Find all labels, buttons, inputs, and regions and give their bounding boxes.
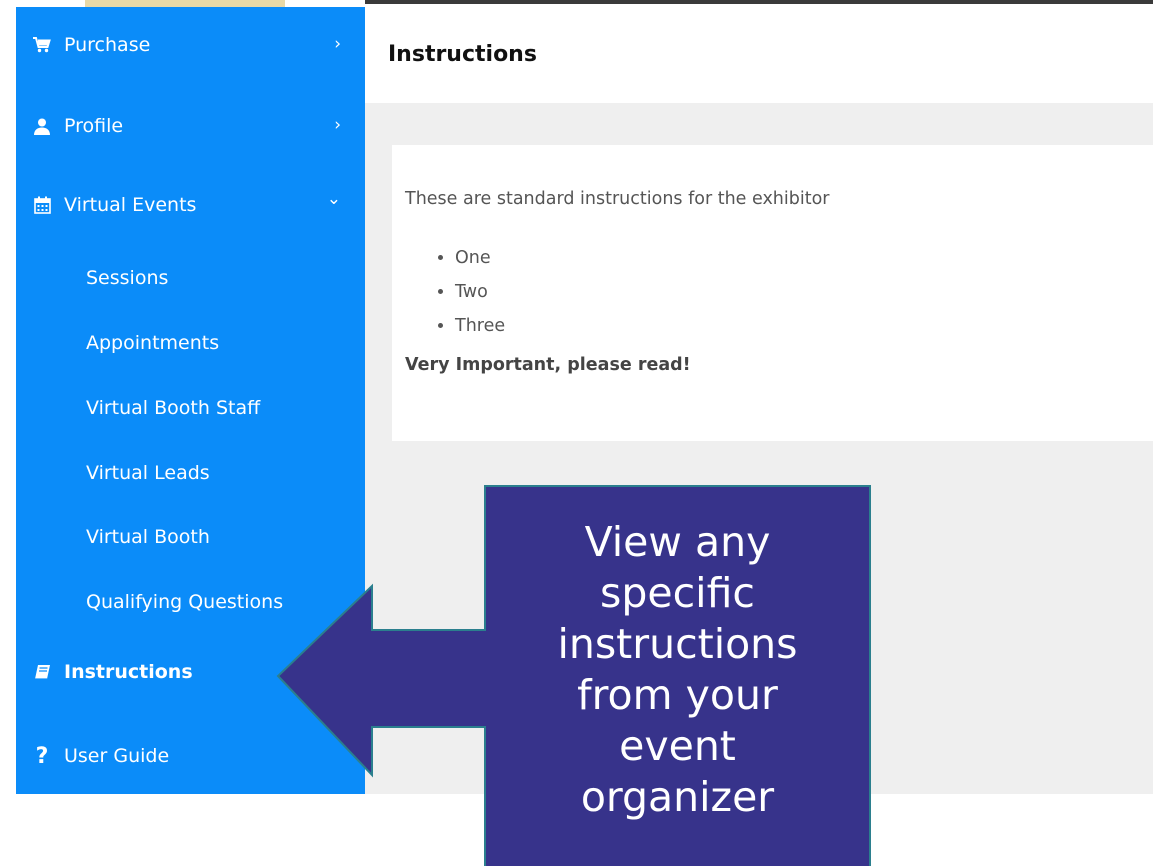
sidebar-item-instructions[interactable]: Instructions xyxy=(16,652,365,692)
callout-line: View any xyxy=(584,518,771,566)
chevron-right-icon: › xyxy=(334,115,341,135)
callout-seam xyxy=(482,631,488,726)
callout-box: View any specific instructions from your… xyxy=(484,485,871,866)
sidebar-item-label: Qualifying Questions xyxy=(86,591,284,613)
important-note: Very Important, please read! xyxy=(405,355,691,375)
instructions-list: One Two Three xyxy=(437,241,505,343)
sidebar-subitem-virtual-booth-staff[interactable]: Virtual Booth Staff xyxy=(16,388,365,428)
sidebar-item-label: Purchase xyxy=(64,34,151,56)
sidebar-item-label: Sessions xyxy=(86,267,169,289)
page-header: Instructions xyxy=(365,4,1153,103)
callout-line: organizer xyxy=(580,773,775,821)
sidebar: Purchase › Profile › Virtual Events ⌄ Se… xyxy=(16,7,365,794)
sidebar-item-label: Virtual Booth Staff xyxy=(86,397,261,419)
instructions-card: These are standard instructions for the … xyxy=(392,145,1153,441)
question-icon: ? xyxy=(35,743,49,769)
sidebar-item-profile[interactable]: Profile › xyxy=(16,106,365,146)
user-icon xyxy=(32,116,52,136)
list-item: One xyxy=(455,241,505,275)
list-item: Three xyxy=(455,309,505,343)
chevron-down-icon: ⌄ xyxy=(326,189,341,209)
sidebar-subitem-sessions[interactable]: Sessions xyxy=(16,258,365,298)
list-item: Two xyxy=(455,275,505,309)
sidebar-item-label: User Guide xyxy=(64,745,170,767)
sidebar-subitem-appointments[interactable]: Appointments xyxy=(16,323,365,363)
sidebar-item-label: Virtual Leads xyxy=(86,462,210,484)
callout-line: instructions xyxy=(557,620,798,668)
sidebar-item-purchase[interactable]: Purchase › xyxy=(16,25,365,65)
sidebar-item-user-guide[interactable]: ? User Guide xyxy=(16,736,365,776)
chevron-right-icon: › xyxy=(334,34,341,54)
sidebar-item-label: Instructions xyxy=(64,661,193,683)
calendar-icon xyxy=(32,195,52,215)
sidebar-item-virtual-events[interactable]: Virtual Events ⌄ xyxy=(16,185,365,225)
sidebar-item-label: Appointments xyxy=(86,332,220,354)
sidebar-subitem-qualifying-questions[interactable]: Qualifying Questions xyxy=(16,582,365,622)
sidebar-subitem-virtual-leads[interactable]: Virtual Leads xyxy=(16,453,365,493)
book-icon xyxy=(32,662,52,682)
cart-icon xyxy=(32,35,52,55)
page-title: Instructions xyxy=(388,42,537,67)
sidebar-item-label: Virtual Events xyxy=(64,194,197,216)
callout-line: event xyxy=(619,722,736,770)
callout-text: View any specific instructions from your… xyxy=(486,517,869,823)
instructions-intro: These are standard instructions for the … xyxy=(405,189,830,209)
callout-line: from your xyxy=(577,671,778,719)
callout-line: specific xyxy=(600,569,755,617)
sidebar-item-label: Virtual Booth xyxy=(86,526,210,548)
sidebar-subitem-virtual-booth[interactable]: Virtual Booth xyxy=(16,517,365,557)
sidebar-item-label: Profile xyxy=(64,115,124,137)
